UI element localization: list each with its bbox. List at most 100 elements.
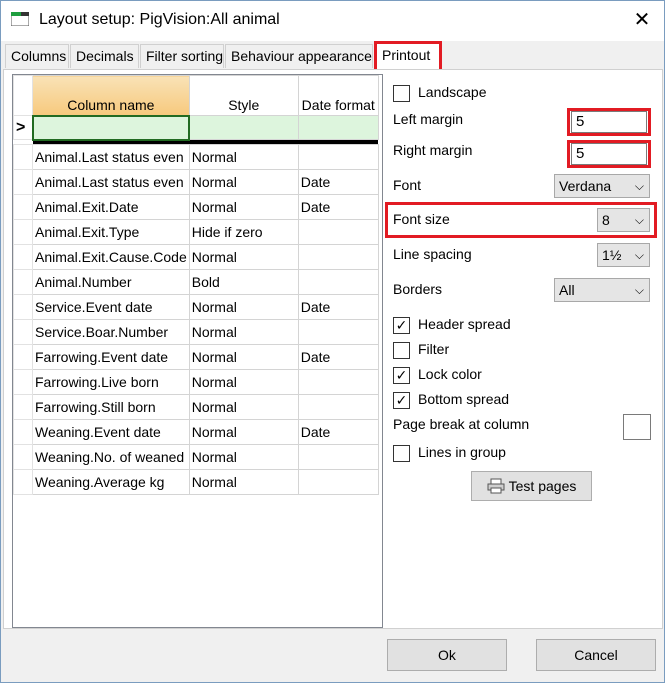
new-row[interactable]: >	[13, 114, 379, 141]
style-cell[interactable]: Normal	[188, 469, 299, 495]
table-row[interactable]: Farrowing.Still born Normal	[13, 394, 379, 420]
cancel-button[interactable]: Cancel	[536, 639, 656, 671]
line-spacing-select[interactable]: 1½ ⌵	[597, 243, 650, 267]
date-format-cell[interactable]: Date	[297, 169, 379, 195]
date-format-cell[interactable]	[297, 469, 379, 495]
lock-color-checkbox[interactable]: ✓	[393, 367, 410, 384]
column-name-cell[interactable]: Animal.Exit.Type	[32, 219, 190, 245]
style-cell[interactable]: Normal	[188, 194, 299, 220]
tab-columns[interactable]: Columns	[5, 44, 69, 68]
table-row[interactable]: Animal.Last status even Normal	[13, 144, 379, 170]
row-header[interactable]	[13, 369, 33, 395]
style-cell[interactable]: Normal	[188, 169, 299, 195]
landscape-checkbox[interactable]	[393, 85, 410, 102]
column-name-cell[interactable]: Animal.Last status even	[32, 169, 190, 195]
column-name-cell[interactable]: Animal.Exit.Date	[32, 194, 190, 220]
filter-checkbox[interactable]	[393, 342, 410, 359]
date-format-cell[interactable]: Date	[297, 419, 379, 445]
tab-filter-sorting[interactable]: Filter sorting	[140, 44, 224, 68]
table-row[interactable]: Animal.Exit.Type Hide if zero	[13, 219, 379, 245]
font-select[interactable]: Verdana ⌵	[554, 174, 650, 198]
style-cell[interactable]: Normal	[188, 244, 299, 270]
date-format-cell[interactable]	[297, 269, 379, 295]
style-cell[interactable]: Normal	[188, 344, 299, 370]
column-name-cell[interactable]: Weaning.Average kg	[32, 469, 190, 495]
row-header[interactable]	[13, 444, 33, 470]
column-name-cell[interactable]: Weaning.Event date	[32, 419, 190, 445]
style-cell[interactable]: Hide if zero	[188, 219, 299, 245]
font-size-select[interactable]: 8 ⌵	[597, 208, 650, 232]
style-cell[interactable]: Normal	[188, 394, 299, 420]
style-cell[interactable]: Normal	[188, 294, 299, 320]
row-header[interactable]	[13, 244, 33, 270]
row-header[interactable]	[13, 419, 33, 445]
column-header-style[interactable]: Style	[188, 75, 299, 116]
date-format-cell[interactable]	[297, 369, 379, 395]
column-header-date-format[interactable]: Date format	[297, 75, 379, 116]
header-spread-checkbox[interactable]: ✓	[393, 317, 410, 334]
table-row[interactable]: Weaning.No. of weaned Normal	[13, 444, 379, 470]
table-row[interactable]: Farrowing.Live born Normal	[13, 369, 379, 395]
tab-behaviour-appearance[interactable]: Behaviour appearance	[225, 44, 373, 68]
column-name-cell[interactable]: Farrowing.Event date	[32, 344, 190, 370]
row-header[interactable]	[13, 294, 33, 320]
lines-in-group-checkbox[interactable]	[393, 445, 410, 462]
date-format-cell[interactable]: Date	[297, 194, 379, 220]
table-row[interactable]: Farrowing.Event date Normal Date	[13, 344, 379, 370]
table-row[interactable]: Weaning.Average kg Normal	[13, 469, 379, 495]
row-header[interactable]	[13, 469, 33, 495]
column-name-cell[interactable]: Farrowing.Still born	[32, 394, 190, 420]
date-format-cell[interactable]	[297, 244, 379, 270]
row-header[interactable]	[13, 144, 33, 170]
column-name-cell[interactable]: Animal.Exit.Cause.Code	[32, 244, 190, 270]
style-cell[interactable]: Normal	[188, 419, 299, 445]
row-header[interactable]	[13, 319, 33, 345]
column-name-cell[interactable]: Service.Boar.Number	[32, 319, 190, 345]
date-format-cell[interactable]	[297, 394, 379, 420]
column-header-column-name[interactable]: Column name	[32, 75, 190, 116]
style-cell[interactable]: Normal	[188, 144, 299, 170]
table-row[interactable]: Animal.Exit.Cause.Code Normal	[13, 244, 379, 270]
column-grid[interactable]: Column name Style Date format > Animal.L…	[12, 74, 383, 628]
date-format-cell[interactable]: Date	[297, 344, 379, 370]
table-row[interactable]: Animal.Exit.Date Normal Date	[13, 194, 379, 220]
row-header[interactable]	[13, 344, 33, 370]
table-row[interactable]: Animal.Number Bold	[13, 269, 379, 295]
row-header[interactable]	[13, 394, 33, 420]
row-header[interactable]	[13, 269, 33, 295]
right-margin-input[interactable]: 5	[571, 143, 647, 165]
table-row[interactable]: Animal.Last status even Normal Date	[13, 169, 379, 195]
tab-decimals[interactable]: Decimals	[70, 44, 139, 68]
date-format-cell[interactable]	[297, 219, 379, 245]
style-cell[interactable]: Normal	[188, 444, 299, 470]
left-margin-input[interactable]: 5	[571, 111, 647, 133]
new-row-column-name-cell[interactable]	[31, 114, 191, 141]
column-name-cell[interactable]: Animal.Number	[32, 269, 190, 295]
test-pages-button[interactable]: Test pages	[471, 471, 592, 501]
ok-button[interactable]: Ok	[387, 639, 507, 671]
style-cell[interactable]: Normal	[188, 369, 299, 395]
date-format-cell[interactable]	[297, 444, 379, 470]
table-row[interactable]: Service.Boar.Number Normal	[13, 319, 379, 345]
close-icon[interactable]: ✕	[629, 7, 655, 33]
table-row[interactable]: Service.Event date Normal Date	[13, 294, 379, 320]
date-format-cell[interactable]	[297, 144, 379, 170]
column-name-cell[interactable]: Farrowing.Live born	[32, 369, 190, 395]
bottom-spread-checkbox[interactable]: ✓	[393, 392, 410, 409]
style-cell[interactable]: Normal	[188, 319, 299, 345]
borders-select[interactable]: All ⌵	[554, 278, 650, 302]
column-name-cell[interactable]: Service.Event date	[32, 294, 190, 320]
column-name-cell[interactable]: Weaning.No. of weaned	[32, 444, 190, 470]
row-header[interactable]	[13, 194, 33, 220]
style-cell[interactable]: Bold	[188, 269, 299, 295]
row-header[interactable]	[13, 219, 33, 245]
row-header[interactable]	[13, 169, 33, 195]
new-row-style-cell[interactable]	[188, 115, 299, 140]
date-format-cell[interactable]: Date	[297, 294, 379, 320]
page-break-input[interactable]	[623, 414, 651, 440]
new-row-date-format-cell[interactable]	[297, 115, 379, 140]
tab-printout[interactable]: Printout	[374, 41, 442, 70]
column-name-cell[interactable]: Animal.Last status even	[32, 144, 190, 170]
date-format-cell[interactable]	[297, 319, 379, 345]
table-row[interactable]: Weaning.Event date Normal Date	[13, 419, 379, 445]
